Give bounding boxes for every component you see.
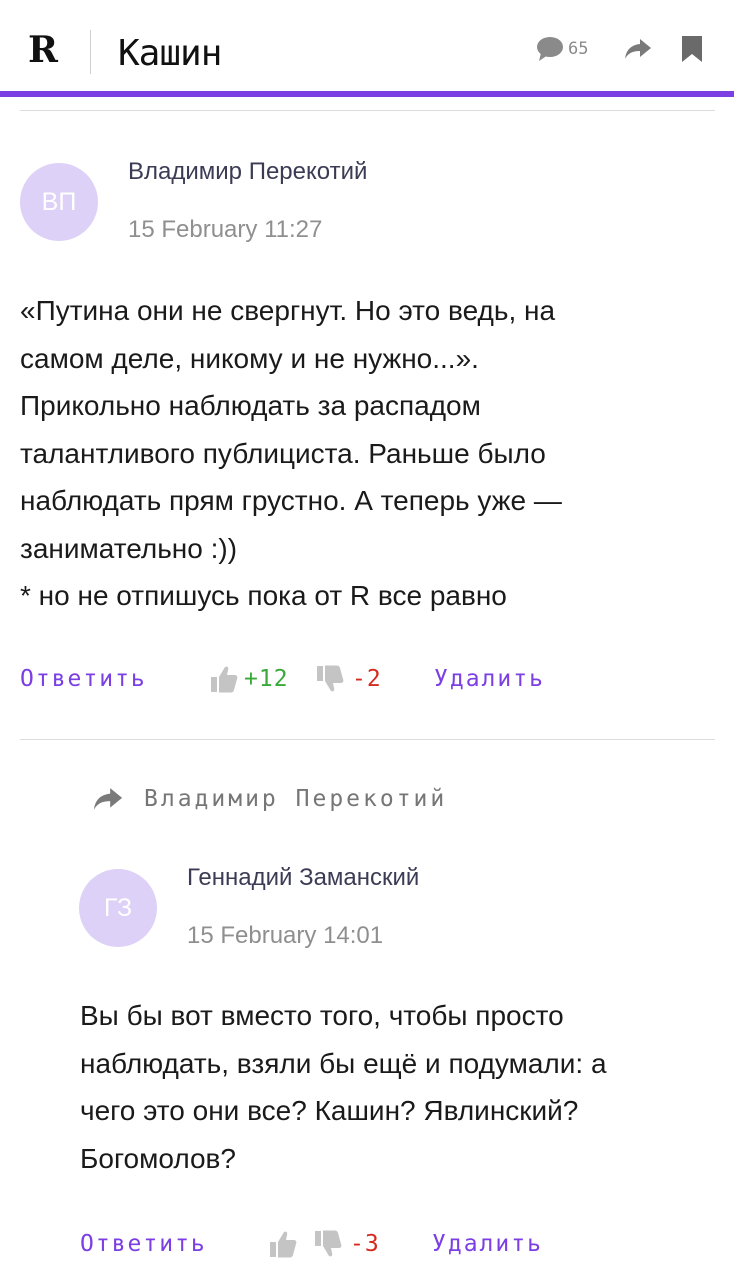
reply-to-author: Владимир Перекотий (144, 786, 448, 812)
share-arrow-icon (625, 39, 651, 59)
comment-text-line: наблюдать, взяли бы ещё и подумали: а (80, 1047, 607, 1079)
bookmark-icon (682, 36, 702, 62)
bookmark-button[interactable] (682, 34, 704, 64)
upvote-count: +12 (244, 666, 289, 692)
comment-text: Вы бы вот вместо того, чтобы просто набл… (80, 992, 720, 1182)
comment-author[interactable]: Геннадий Заманский (187, 864, 419, 892)
comment-text-line: чего это они все? Кашин? Явлинский? (80, 1095, 579, 1126)
divider (20, 110, 715, 111)
thumbs-down-icon[interactable] (314, 1229, 342, 1259)
page-title: Кашин (118, 33, 222, 74)
comment-text-line: Прикольно наблюдать за распадом (20, 390, 481, 421)
reply-to-link[interactable]: Владимир Перекотий (92, 783, 447, 815)
speech-bubble-icon (537, 37, 563, 61)
comment-date: 15 February 11:27 (128, 216, 323, 243)
comments-button[interactable]: 65 (536, 34, 588, 64)
accent-bar (0, 91, 734, 97)
avatar-initials: ГЗ (103, 893, 133, 922)
avatar[interactable]: ГЗ (79, 869, 157, 947)
downvote-count: -2 (352, 666, 382, 692)
avatar[interactable]: ВП (20, 163, 98, 241)
comment-text-line: * но не отпишусь пока от R все равно (20, 580, 507, 611)
reply-arrow-icon (93, 788, 123, 810)
thumbs-up-icon[interactable] (269, 1229, 297, 1259)
comment-actions: Ответить -3 Удалить (80, 1229, 720, 1259)
comment-text-line: «Путина они не свергнут. Но это ведь, на (20, 295, 556, 326)
comment-text-line: самом деле, никому и не нужно...». (20, 342, 479, 374)
comments-count: 65 (568, 39, 589, 59)
reply-button[interactable]: Ответить (20, 664, 147, 694)
delete-button[interactable]: Удалить (434, 664, 545, 694)
comment-text-line: наблюдать прям грустно. А теперь уже — (20, 485, 562, 516)
comment-author[interactable]: Владимир Перекотий (128, 158, 367, 186)
comment-text-line: талантливого публициста. Раньше было (20, 437, 546, 469)
logo-divider (90, 30, 91, 74)
divider (20, 739, 715, 740)
comment-date: 15 February 14:01 (187, 922, 384, 949)
avatar-initials: ВП (41, 187, 77, 216)
comment-text-line: Вы бы вот вместо того, чтобы просто (80, 1000, 564, 1031)
delete-button[interactable]: Удалить (432, 1229, 543, 1259)
comment-actions: Ответить +12 -2 Удалить (20, 664, 720, 694)
share-button[interactable] (624, 34, 654, 64)
thumbs-down-icon[interactable] (316, 664, 344, 694)
site-logo[interactable]: R (28, 30, 62, 70)
reply-button[interactable]: Ответить (80, 1229, 207, 1259)
top-bar: R Кашин 65 (0, 0, 734, 91)
comment-text-line: занимательно :)) (20, 532, 238, 564)
comment-text-line: Богомолов? (80, 1142, 236, 1174)
downvote-count: -3 (350, 1231, 380, 1257)
thumbs-up-icon[interactable] (210, 664, 238, 694)
comment-text: «Путина они не свергнут. Но это ведь, на… (20, 287, 720, 620)
